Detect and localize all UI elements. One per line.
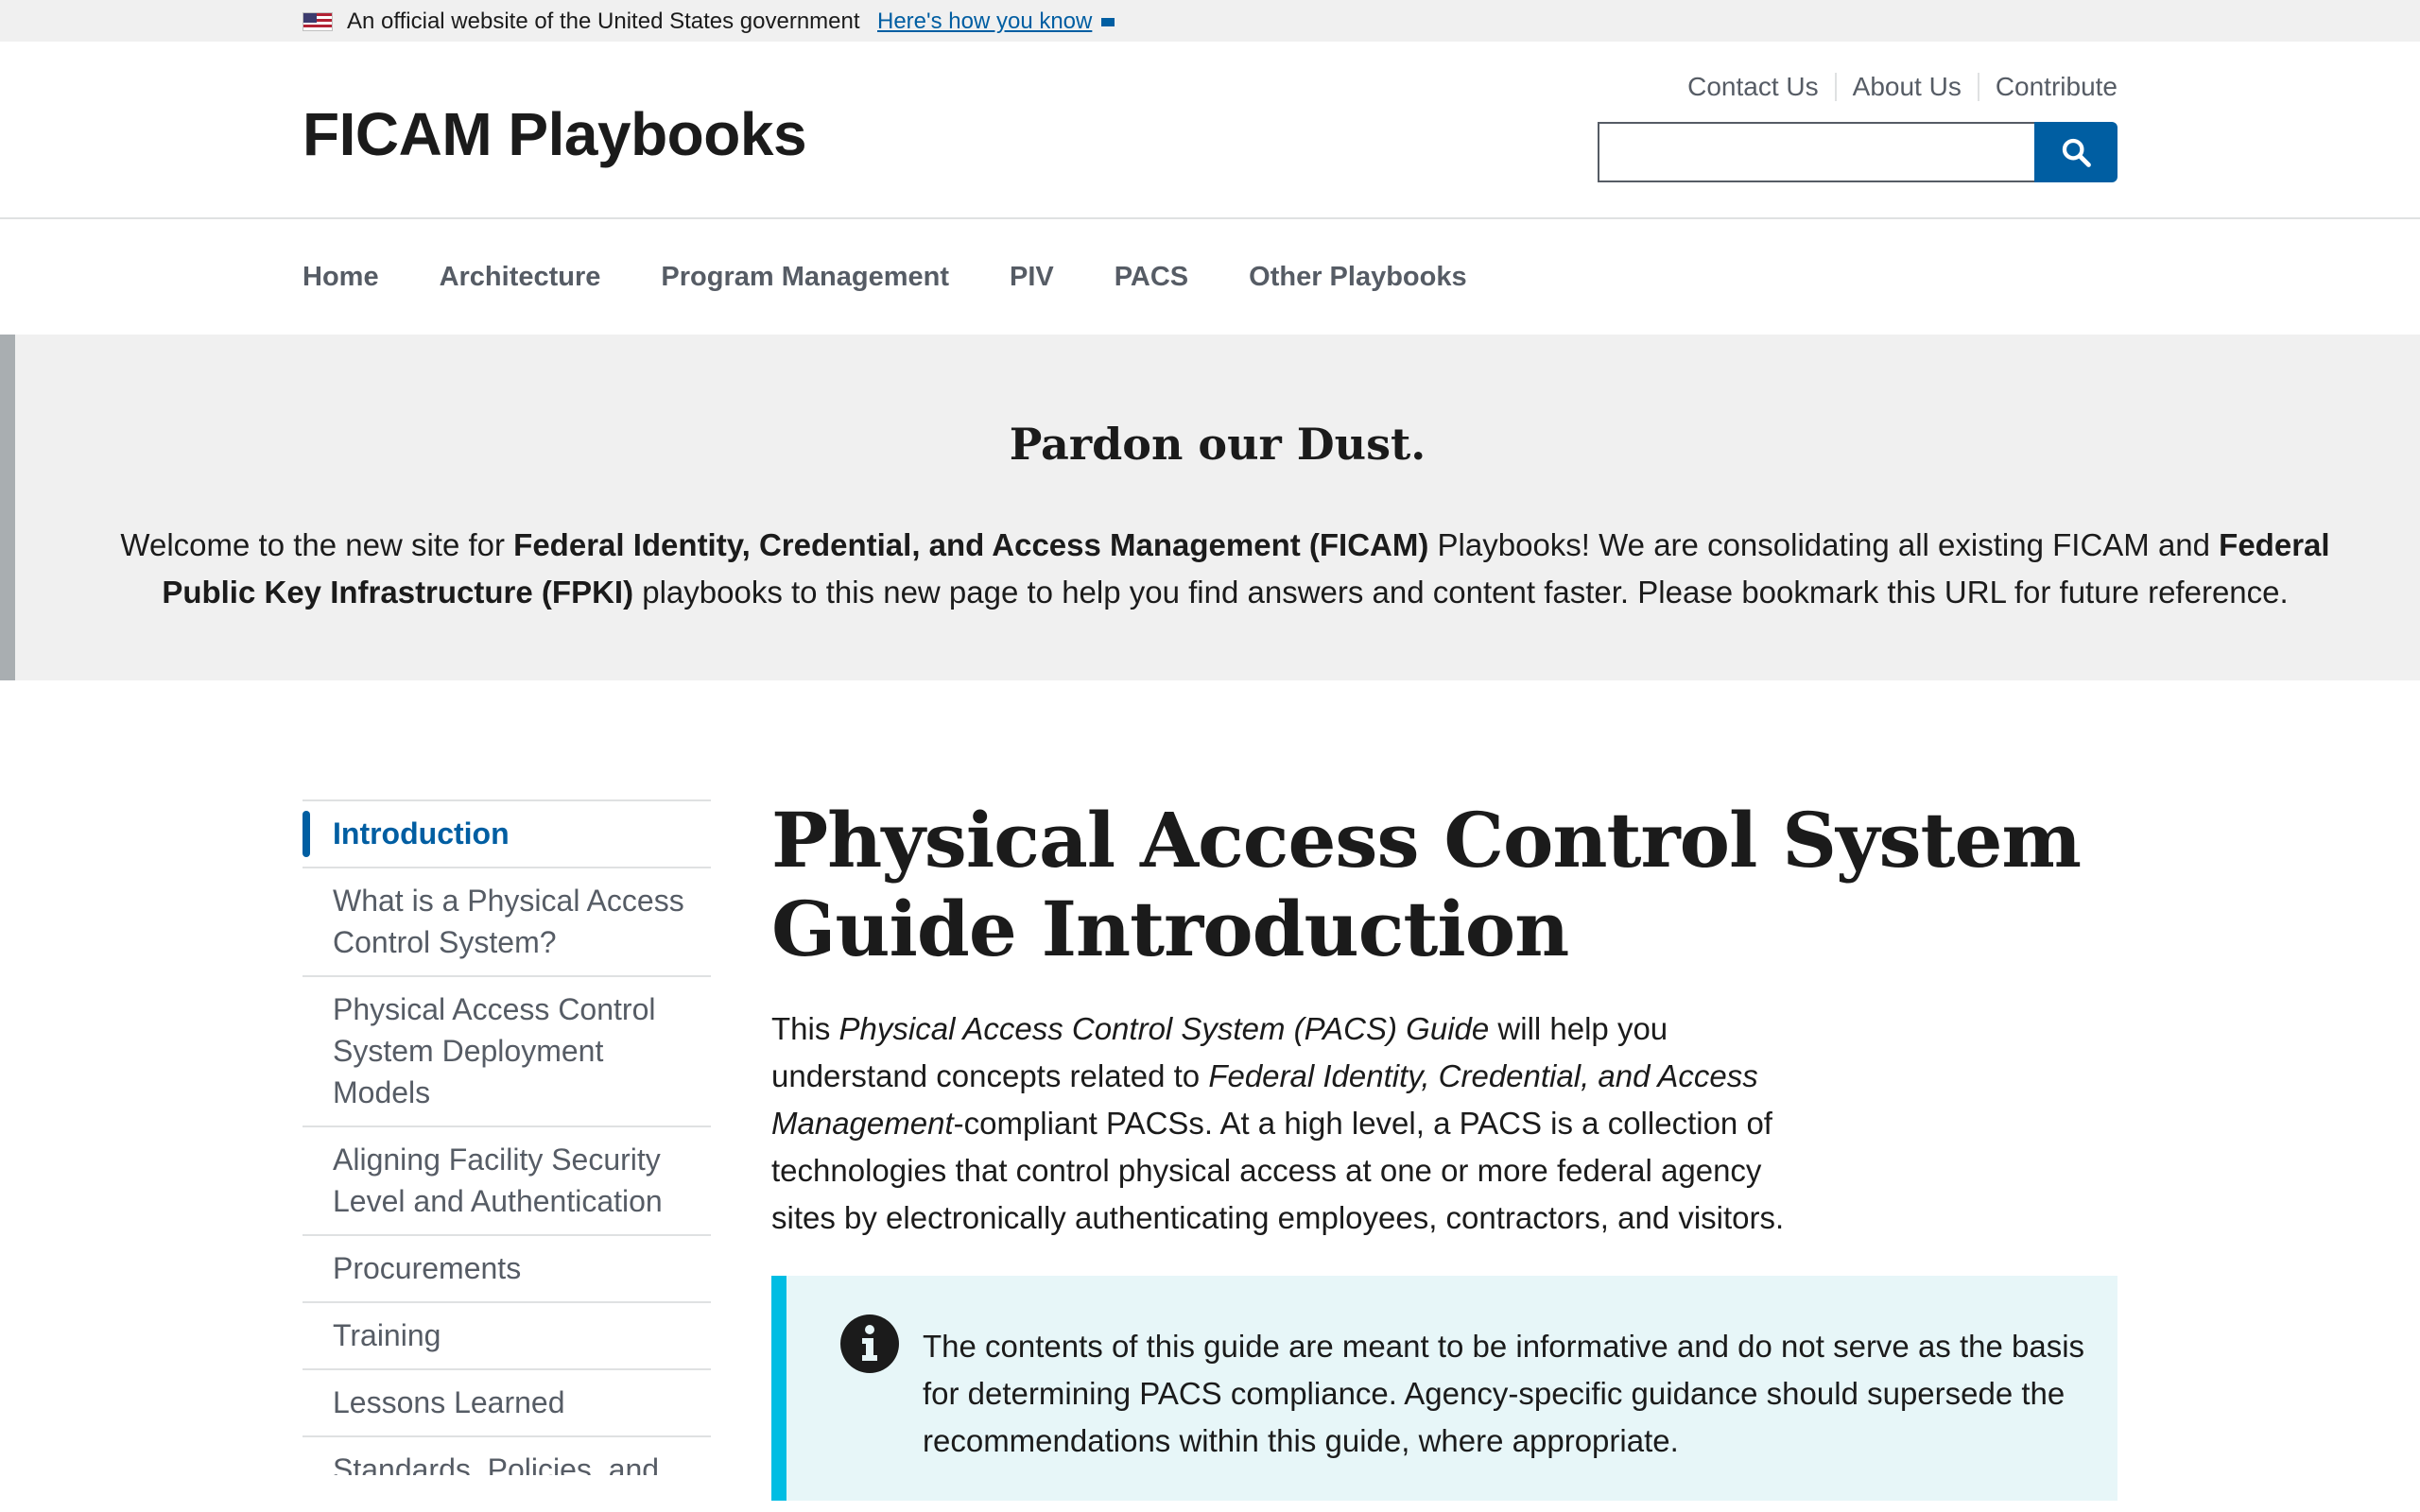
- alert-text: Welcome to the new site for: [120, 527, 514, 562]
- nav-other-playbooks[interactable]: Other Playbooks: [1249, 258, 1466, 296]
- divider: [1834, 73, 1837, 101]
- search-icon: [2062, 138, 2091, 167]
- alert-heading: Pardon our Dust.: [1009, 419, 1426, 470]
- official-website-text: An official website of the United States…: [347, 9, 860, 34]
- sidenav-item-what-is-pacs[interactable]: What is a Physical Access Control System…: [302, 868, 711, 977]
- sidenav-item-deployment-models[interactable]: Physical Access Control System Deploymen…: [302, 977, 711, 1127]
- heres-how-you-know-link[interactable]: Here's how you know: [877, 9, 1092, 35]
- intro-italic-text: Physical Access Control System (PACS) Gu…: [838, 1011, 1490, 1046]
- alert-bold-text: Federal Identity, Credential, and Access…: [513, 527, 1429, 562]
- nav-architecture[interactable]: Architecture: [440, 258, 601, 296]
- intro-text: This: [771, 1011, 839, 1046]
- search-input[interactable]: [1598, 122, 2034, 182]
- sidenav-item-lessons-learned[interactable]: Lessons Learned: [302, 1370, 711, 1437]
- alert-text: playbooks to this new page to help you f…: [633, 575, 2289, 610]
- gov-banner: An official website of the United States…: [0, 0, 2420, 42]
- contact-us-link[interactable]: Contact Us: [1687, 72, 1819, 102]
- primary-nav: Home Architecture Program Management PIV…: [302, 219, 1528, 335]
- sidenav-item-procurements[interactable]: Procurements: [302, 1236, 711, 1303]
- alert-body: Welcome to the new site for Federal Iden…: [91, 522, 2360, 616]
- us-flag-icon: [302, 12, 333, 31]
- nav-home[interactable]: Home: [302, 258, 379, 296]
- nav-program-management[interactable]: Program Management: [661, 258, 949, 296]
- contribute-link[interactable]: Contribute: [1996, 72, 2118, 102]
- nav-piv[interactable]: PIV: [1010, 258, 1054, 296]
- secondary-links: Contact Us About Us Contribute: [1687, 70, 2118, 104]
- info-icon: [840, 1314, 899, 1373]
- expand-indicator-icon[interactable]: [1101, 18, 1115, 26]
- info-alert-text: The contents of this guide are meant to …: [923, 1329, 2085, 1458]
- site-alert: Pardon our Dust. Welcome to the new site…: [0, 335, 2420, 680]
- site-title[interactable]: FICAM Playbooks: [302, 98, 807, 170]
- sidenav-item-facility-security[interactable]: Aligning Facility Security Level and Aut…: [302, 1127, 711, 1236]
- sidenav-item-standards-policies[interactable]: Standards, Policies, and: [302, 1437, 711, 1475]
- search-button[interactable]: [2034, 122, 2118, 182]
- alert-text: Playbooks! We are consolidating all exis…: [1428, 527, 2220, 562]
- search-form: [1598, 122, 2118, 182]
- page-title: Physical Access Control System Guide Int…: [771, 796, 2082, 973]
- about-us-link[interactable]: About Us: [1853, 72, 1962, 102]
- nav-pacs[interactable]: PACS: [1115, 258, 1188, 296]
- side-nav: Introduction What is a Physical Access C…: [302, 799, 711, 1475]
- sidenav-item-introduction[interactable]: Introduction: [302, 801, 711, 868]
- divider: [1977, 73, 1979, 101]
- info-alert: The contents of this guide are meant to …: [771, 1276, 2118, 1501]
- intro-paragraph: This Physical Access Control System (PAC…: [771, 1005, 1830, 1242]
- site-header: FICAM Playbooks Contact Us About Us Cont…: [0, 42, 2420, 219]
- sidenav-item-training[interactable]: Training: [302, 1303, 711, 1370]
